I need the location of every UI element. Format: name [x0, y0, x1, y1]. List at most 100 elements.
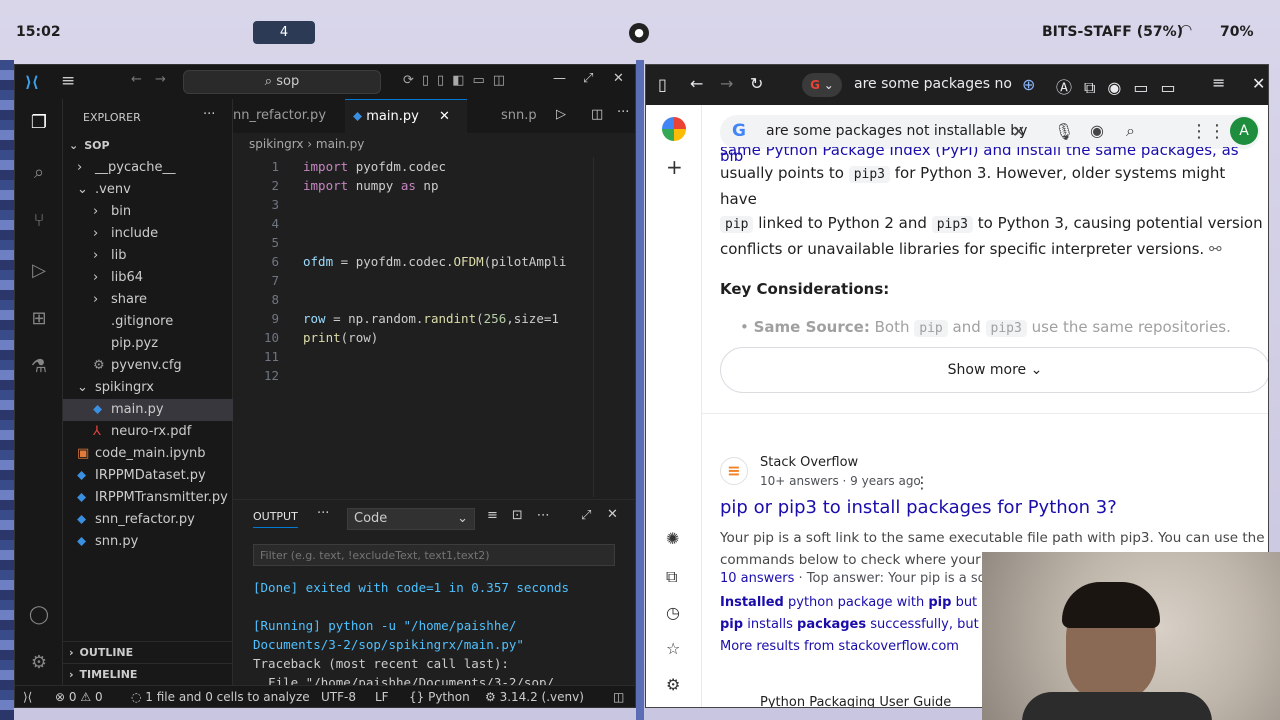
tab-main-active[interactable]: ⬥ main.py ✕: [345, 99, 467, 133]
obs-record-icon[interactable]: ●: [629, 23, 649, 43]
tree-item[interactable]: ⌄ .venv: [63, 179, 233, 201]
language-status[interactable]: {} Python: [409, 686, 470, 707]
tab-selector[interactable]: G ⌄: [802, 73, 842, 97]
tree-item[interactable]: › lib64: [63, 267, 233, 289]
back-icon[interactable]: ←: [690, 74, 703, 93]
tree-item[interactable]: › lib: [63, 245, 233, 267]
remote-icon[interactable]: ⟩⟨: [23, 686, 32, 707]
outline-section[interactable]: › OUTLINE: [63, 641, 233, 663]
result-title-link[interactable]: pip or pip3 to install packages for Pyth…: [720, 497, 1117, 518]
tree-item[interactable]: ⬥ main.py: [63, 399, 233, 421]
account-avatar[interactable]: A: [1230, 117, 1258, 145]
manage-gear-icon[interactable]: ⚙: [27, 651, 51, 675]
close-panel-icon[interactable]: ✕: [607, 507, 618, 522]
google-search-box[interactable]: G are some packages not installable by ✕…: [720, 115, 1260, 149]
battery-status[interactable]: 70%: [1220, 24, 1254, 40]
search-icon[interactable]: ⌕: [1126, 121, 1135, 141]
search-icon[interactable]: ⌕: [27, 161, 51, 185]
clear-icon[interactable]: ✕: [1012, 122, 1025, 141]
address-bar[interactable]: are some packages no: [854, 76, 1014, 92]
notifications-icon[interactable]: ◫: [613, 686, 624, 707]
history-icon[interactable]: ◷: [666, 603, 680, 622]
forward-icon[interactable]: →: [720, 74, 733, 93]
explorer-icon[interactable]: ❐: [27, 111, 51, 135]
related-link-1[interactable]: Installed python package with pip but ca…: [720, 595, 1005, 610]
tree-item[interactable]: ⬥ snn_refactor.py: [63, 509, 233, 531]
testing-icon[interactable]: ⚗: [27, 355, 51, 379]
timeline-section[interactable]: › TIMELINE: [63, 663, 233, 685]
minimize-icon[interactable]: —: [553, 71, 566, 86]
tree-item[interactable]: › include: [63, 223, 233, 245]
result-2-site[interactable]: Python Packaging User Guide: [760, 695, 951, 707]
bookmark-star-icon[interactable]: ☆: [666, 639, 680, 658]
result-menu-icon[interactable]: ⋮: [914, 473, 930, 492]
explorer-root[interactable]: ⌄ SOP: [63, 135, 233, 157]
tree-item[interactable]: pip.pyz: [63, 333, 233, 355]
tree-item[interactable]: .gitignore: [63, 311, 233, 333]
more-results-link[interactable]: More results from stackoverflow.com: [720, 639, 959, 654]
tree-item[interactable]: ⬥ IRPPMTransmitter.py: [63, 487, 233, 509]
eol-status[interactable]: LF: [375, 686, 389, 707]
close-tab-icon[interactable]: ✕: [439, 109, 450, 124]
close-icon[interactable]: ✕: [613, 71, 624, 86]
source-control-icon[interactable]: ⑂: [27, 209, 51, 233]
apps-grid-icon[interactable]: ⋮⋮: [1190, 121, 1226, 142]
output-channel-select[interactable]: Code ⌄: [347, 508, 475, 530]
related-link-2[interactable]: pip installs packages successfully, but …: [720, 617, 1006, 632]
minimap[interactable]: [593, 157, 629, 497]
output-filter-input[interactable]: [253, 544, 615, 566]
menu-icon[interactable]: ≡: [61, 71, 75, 91]
sidebar-toggle-icon[interactable]: ▯: [658, 75, 667, 94]
tree-item[interactable]: ⚙ pyvenv.cfg: [63, 355, 233, 377]
extension-icons[interactable]: Ⓐ⧉◉▭▭: [1056, 74, 1188, 98]
settings-gear-icon[interactable]: ⚙: [666, 675, 680, 694]
editor-more-icon[interactable]: ···: [617, 105, 629, 120]
breadcrumb-file[interactable]: main.py: [316, 137, 365, 151]
reload-icon[interactable]: ↻: [750, 74, 763, 93]
python-interpreter-status[interactable]: ⚙ 3.14.2 (.venv): [485, 686, 584, 707]
close-icon[interactable]: ✕: [1252, 74, 1265, 93]
command-center-search[interactable]: ⌕ sop: [183, 70, 381, 94]
forward-icon[interactable]: →: [155, 72, 166, 87]
result-site[interactable]: Stack Overflow: [760, 455, 858, 470]
tab-nn-refactor[interactable]: nn_refactor.py: [233, 99, 326, 133]
breadcrumb-folder[interactable]: spikingrx: [249, 137, 303, 151]
tab-output[interactable]: OUTPUT: [253, 510, 298, 528]
encoding-status[interactable]: UTF-8: [321, 686, 356, 707]
link-icon[interactable]: ⚯: [1209, 240, 1222, 258]
code-editor[interactable]: 1 import pyofdm.codec 2 import numpy as np 3…: [233, 157, 593, 387]
chatgpt-icon[interactable]: ✺: [666, 529, 679, 548]
more-actions-icon[interactable]: ···: [203, 107, 215, 122]
tree-item[interactable]: › bin: [63, 201, 233, 223]
layout-icons[interactable]: ⟳▯▯◧▭◫: [403, 73, 513, 88]
run-icon[interactable]: ▷: [556, 107, 566, 122]
maximize-panel-icon[interactable]: ⤢: [581, 508, 591, 523]
workspace-indicator[interactable]: 4: [253, 21, 315, 44]
mic-icon[interactable]: 🎙︎: [1054, 122, 1074, 141]
google-tab-icon[interactable]: [662, 117, 686, 141]
panel-action-icons[interactable]: ≡⊡⋯: [487, 508, 564, 523]
sidebar-tool-icon[interactable]: ⧉: [666, 567, 677, 587]
tab-snn[interactable]: snn.p: [501, 99, 537, 133]
tree-item[interactable]: ▣ code_main.ipynb: [63, 443, 233, 465]
analysis-status[interactable]: ◌ 1 file and 0 cells to analyze: [131, 686, 310, 707]
tree-item[interactable]: ⅄ neuro-rx.pdf: [63, 421, 233, 443]
maximize-icon[interactable]: ⤢: [583, 71, 593, 86]
back-icon[interactable]: ←: [131, 72, 142, 87]
tree-item[interactable]: ⬥ snn.py: [63, 531, 233, 553]
translate-icon[interactable]: ⊕: [1022, 75, 1035, 94]
lens-icon[interactable]: ◉: [1090, 121, 1104, 140]
new-tab-icon[interactable]: +: [666, 155, 683, 179]
tree-item[interactable]: › __pycache__: [63, 157, 233, 179]
problems-status[interactable]: ⊗ 0 ⚠ 0: [55, 686, 103, 707]
menu-icon[interactable]: ≡: [1212, 73, 1225, 92]
extensions-icon[interactable]: ⊞: [27, 307, 51, 331]
tree-item[interactable]: ⬥ IRPPMDataset.py: [63, 465, 233, 487]
split-editor-icon[interactable]: ◫: [591, 107, 603, 122]
account-icon[interactable]: ◯: [27, 603, 51, 627]
network-status[interactable]: BITS-STAFF (57%): [1042, 24, 1183, 40]
panel-more-icon[interactable]: ···: [317, 506, 329, 521]
run-debug-icon[interactable]: ▷: [27, 259, 51, 283]
tree-item[interactable]: › share: [63, 289, 233, 311]
tree-item[interactable]: ⌄ spikingrx: [63, 377, 233, 399]
